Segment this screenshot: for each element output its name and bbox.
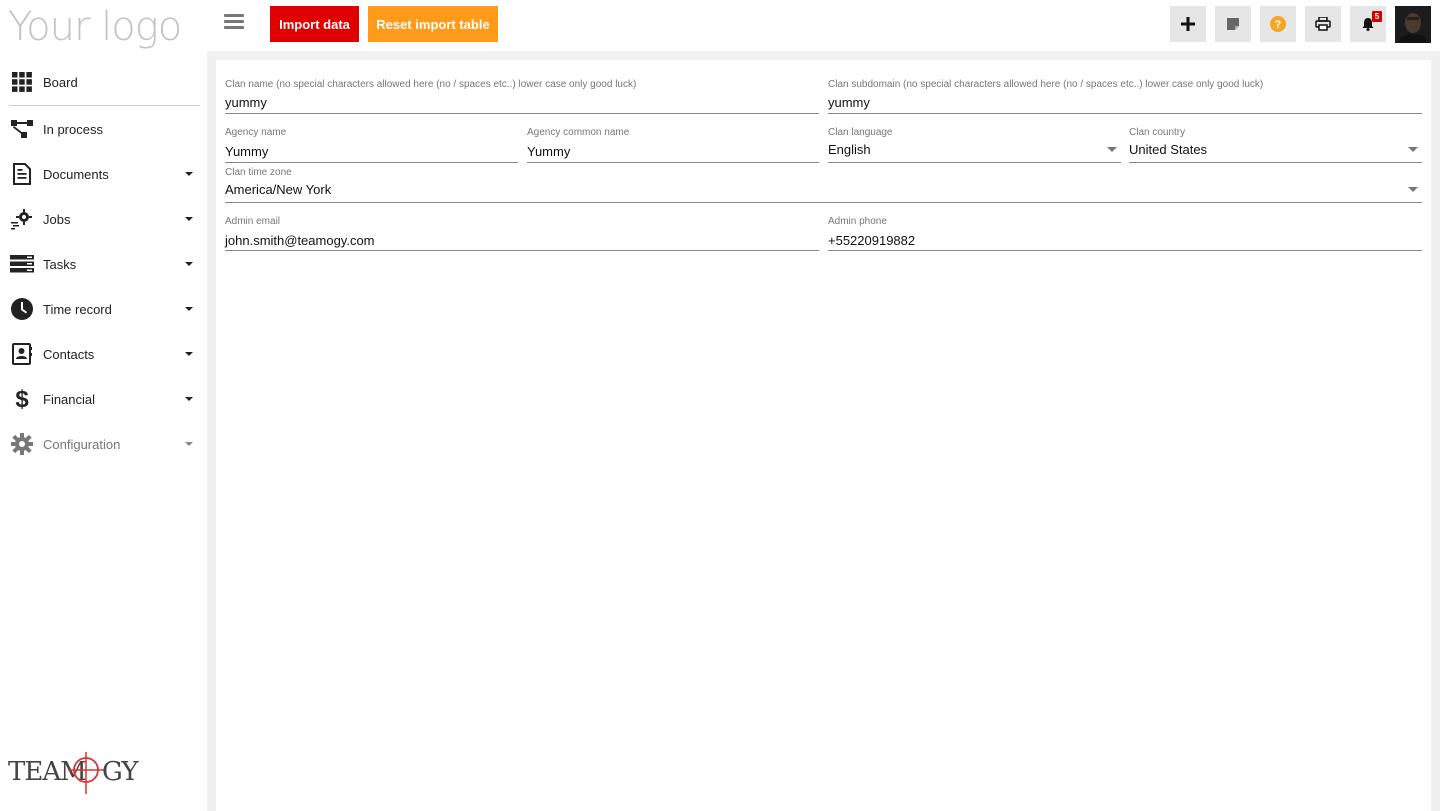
sidebar-item-time-record[interactable]: Time record <box>0 289 207 329</box>
sidebar-item-contacts[interactable]: Contacts <box>0 334 207 374</box>
field-underline <box>225 113 819 114</box>
clan-country-select[interactable]: Clan country United States <box>1129 127 1422 163</box>
sidebar-item-financial[interactable]: $ Financial <box>0 379 207 419</box>
sidebar-item-label: Tasks <box>43 256 77 272</box>
field-label: Agency common name <box>527 127 630 138</box>
notification-badge: 5 <box>1372 11 1382 22</box>
field-label: Clan name (no special characters allowed… <box>225 79 637 90</box>
svg-text:?: ? <box>1275 19 1282 31</box>
field-label: Clan subdomain (no special characters al… <box>828 79 1264 90</box>
sidebar-item-board[interactable]: Board <box>0 62 207 102</box>
sidebar-item-configuration[interactable]: Configuration <box>0 424 207 464</box>
process-flow-icon <box>10 117 34 141</box>
chevron-down-icon <box>185 172 193 176</box>
clan-language-select[interactable]: Clan language English <box>828 127 1121 163</box>
sidebar-item-jobs[interactable]: Jobs <box>0 199 207 239</box>
clan-name-field[interactable]: Clan name (no special characters allowed… <box>225 79 819 115</box>
field-label: Clan country <box>1129 127 1186 138</box>
sidebar-item-label: Board <box>43 74 78 90</box>
agency-common-name-input[interactable]: Yummy <box>527 144 570 159</box>
settings-gear-icon <box>10 432 34 456</box>
chevron-down-icon <box>185 307 193 311</box>
chevron-down-icon <box>185 262 193 266</box>
field-underline <box>828 250 1422 251</box>
field-label: Admin phone <box>828 216 887 227</box>
field-label: Clan time zone <box>225 167 292 178</box>
reset-import-table-button[interactable]: Reset import table <box>368 6 498 42</box>
print-button[interactable] <box>1305 6 1341 42</box>
chevron-down-icon[interactable] <box>1107 147 1117 152</box>
admin-email-input[interactable]: john.smith@teamogy.com <box>225 233 375 248</box>
agency-common-name-field[interactable]: Agency common name Yummy <box>527 127 819 163</box>
add-button[interactable] <box>1170 6 1206 42</box>
field-underline <box>225 162 518 163</box>
clan-time-zone-value: America/New York <box>225 182 332 197</box>
chevron-down-icon[interactable] <box>1408 147 1418 152</box>
clan-language-value: English <box>828 142 871 157</box>
admin-email-field[interactable]: Admin email john.smith@teamogy.com <box>225 216 819 252</box>
teamogy-brand-logo: TEAM GY <box>8 750 148 798</box>
notes-button[interactable] <box>1215 6 1251 42</box>
svg-text:GY: GY <box>102 757 139 787</box>
sidebar-item-label: Financial <box>43 391 96 407</box>
field-underline <box>225 202 1422 203</box>
field-label: Clan language <box>828 127 893 138</box>
field-underline <box>225 250 819 251</box>
chevron-down-icon <box>185 352 193 356</box>
field-label: Agency name <box>225 127 287 138</box>
admin-phone-field[interactable]: Admin phone +55220919882 <box>828 216 1422 252</box>
sidebar-item-label: Jobs <box>43 211 71 227</box>
field-label: Admin email <box>225 216 281 227</box>
chevron-down-icon <box>185 397 193 401</box>
sidebar-item-label: Documents <box>43 166 109 182</box>
jobs-gear-icon <box>10 207 34 231</box>
printer-icon <box>1315 17 1331 31</box>
logo[interactable]: Your logo <box>8 4 182 50</box>
chevron-down-icon[interactable] <box>1408 187 1418 192</box>
sidebar-item-tasks[interactable]: Tasks <box>0 244 207 284</box>
sidebar-item-label: In process <box>43 121 103 137</box>
sidebar-item-label: Time record <box>43 301 112 317</box>
dollar-icon: $ <box>10 387 34 411</box>
clan-subdomain-field[interactable]: Clan subdomain (no special characters al… <box>828 79 1422 115</box>
tasks-icon <box>10 252 34 276</box>
clan-subdomain-input[interactable]: yummy <box>828 95 870 110</box>
document-icon <box>10 162 34 186</box>
plus-icon <box>1181 17 1195 31</box>
sidebar-divider <box>9 105 200 106</box>
clock-icon <box>10 297 34 321</box>
sidebar-item-label: Contacts <box>43 346 95 362</box>
chevron-down-icon <box>185 442 193 446</box>
contact-book-icon <box>10 342 34 366</box>
field-underline <box>828 162 1121 163</box>
chevron-down-icon <box>185 217 193 221</box>
sidebar-item-label: Configuration <box>43 436 121 452</box>
menu-toggle-icon[interactable] <box>224 14 244 34</box>
grid-icon <box>10 70 34 94</box>
clan-name-input[interactable]: yummy <box>225 95 267 110</box>
field-underline <box>1129 162 1422 163</box>
clan-time-zone-select[interactable]: Clan time zone America/New York <box>225 167 1422 203</box>
help-button[interactable]: ? <box>1260 6 1296 42</box>
agency-name-field[interactable]: Agency name Yummy <box>225 127 518 163</box>
sidebar-item-in-process[interactable]: In process <box>0 109 207 149</box>
svg-text:$: $ <box>15 387 29 411</box>
agency-name-input[interactable]: Yummy <box>225 144 268 159</box>
notifications-button[interactable]: 5 <box>1350 6 1386 42</box>
sidebar-item-documents[interactable]: Documents <box>0 154 207 194</box>
admin-phone-input[interactable]: +55220919882 <box>828 233 915 248</box>
import-data-button[interactable]: Import data <box>270 6 359 42</box>
field-underline <box>828 113 1422 114</box>
avatar[interactable] <box>1395 6 1431 43</box>
clan-country-value: United States <box>1129 142 1208 157</box>
field-underline <box>527 162 819 163</box>
note-icon <box>1227 18 1239 30</box>
help-icon: ? <box>1270 16 1286 32</box>
import-form: Clan name (no special characters allowed… <box>216 60 1431 811</box>
